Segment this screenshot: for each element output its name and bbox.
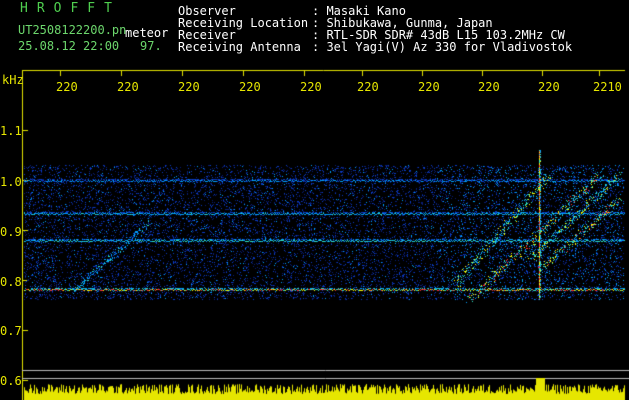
y-tick-label: 0.6 (0, 374, 22, 388)
datetime-label: 25.08.12 22:00 (18, 39, 120, 53)
x-tick-label: 220 (117, 80, 139, 94)
x-tick-label: 220 (418, 80, 440, 94)
count-label: 97. (140, 39, 162, 53)
x-tick-label: 220 (538, 80, 560, 94)
x-tick-label: 220 (178, 80, 200, 94)
x-tick-label: 220 (56, 80, 78, 94)
frequency-unit-label: kHz (2, 73, 24, 87)
app-logo: HROFFT (20, 1, 121, 16)
antenna-value: : 3el Yagi(V) Az 330 for Vladivostok (312, 40, 573, 54)
x-tick-label: 220 (478, 80, 500, 94)
y-tick-label: 1.0 (0, 175, 22, 189)
y-tick-label: 0.9 (0, 225, 22, 239)
mode-label: meteor (125, 26, 169, 40)
x-tick-label: 220 (239, 80, 261, 94)
x-tick-label: 220 (357, 80, 379, 94)
y-tick-label: 1.1 (0, 124, 22, 138)
filename-label: UT2508122200.pn (18, 23, 127, 37)
y-tick-label: 0.8 (0, 275, 22, 289)
x-tick-label: 220 (300, 80, 322, 94)
antenna-label: Receiving Antenna (178, 40, 301, 54)
spectrogram-canvas (0, 0, 629, 400)
x-tick-label: 2210 (593, 80, 622, 94)
y-tick-label: 0.7 (0, 324, 22, 338)
